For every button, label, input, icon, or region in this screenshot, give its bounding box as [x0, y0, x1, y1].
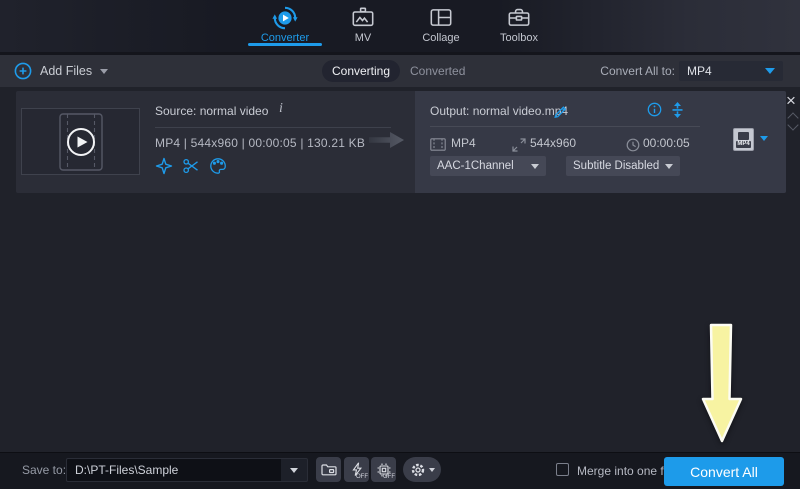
- output-film-icon: [430, 138, 446, 151]
- add-files-button[interactable]: Add Files: [14, 55, 108, 87]
- mv-icon: [351, 5, 376, 35]
- effects-star-icon[interactable]: [155, 157, 173, 175]
- gear-icon: [410, 462, 426, 478]
- file-row: Source: normal video i MP4 | 544x960 | 0…: [16, 91, 786, 193]
- add-files-label: Add Files: [40, 64, 92, 78]
- toolbox-icon: [507, 5, 532, 35]
- collage-icon: [429, 5, 454, 35]
- video-thumbnail[interactable]: [21, 108, 140, 175]
- convert-all-button[interactable]: Convert All: [664, 457, 784, 486]
- output-info-icon[interactable]: [647, 102, 662, 117]
- tab-converted[interactable]: Converted: [410, 60, 465, 82]
- tab-collage[interactable]: Collage: [404, 0, 478, 52]
- play-filmstrip-icon: [59, 113, 103, 171]
- audio-select-caret-icon: [531, 164, 539, 169]
- tab-mv[interactable]: MV: [326, 0, 400, 52]
- bottom-bar: Save to: OFF OFF: [0, 452, 800, 489]
- active-tab-underline: [248, 43, 322, 46]
- audio-track-select[interactable]: AAC-1Channel: [430, 156, 546, 176]
- tab-toolbox[interactable]: Toolbox: [482, 0, 556, 52]
- save-to-label: Save to:: [22, 463, 66, 477]
- edit-tools: [155, 157, 227, 175]
- format-badge-label: MP4: [736, 141, 750, 148]
- save-path-input[interactable]: [66, 458, 282, 482]
- source-meta: MP4 | 544x960 | 00:00:05 | 130.21 KB: [155, 136, 365, 150]
- save-path-caret-icon: [290, 468, 298, 473]
- duration-clock-icon: [626, 138, 640, 152]
- tab-collage-label: Collage: [398, 32, 484, 44]
- settings-tune-icon[interactable]: [671, 102, 684, 118]
- output-format-value: MP4: [451, 136, 476, 150]
- source-label: Source: normal video: [155, 104, 268, 118]
- tab-converting[interactable]: Converting: [322, 60, 400, 82]
- settings-caret-icon: [429, 468, 435, 472]
- output-duration-value: 00:00:05: [643, 136, 690, 150]
- gpu-off-label: OFF: [383, 474, 395, 480]
- subtitle-select[interactable]: Subtitle Disabled: [566, 156, 680, 176]
- palette-icon[interactable]: [209, 157, 227, 175]
- open-folder-button[interactable]: [316, 457, 341, 482]
- annotation-arrow-down: [700, 321, 746, 450]
- merge-label[interactable]: Merge into one file: [577, 464, 676, 478]
- source-to-output-arrow-icon: [369, 130, 405, 155]
- cut-scissors-icon[interactable]: [182, 157, 200, 175]
- convert-all-to-label: Convert All to:: [600, 55, 675, 87]
- folder-icon: [321, 463, 337, 476]
- subtitle-select-caret-icon: [665, 164, 673, 169]
- save-path-dropdown[interactable]: [281, 458, 308, 482]
- rename-pencil-icon[interactable]: [553, 103, 568, 118]
- format-selected-value: MP4: [687, 64, 712, 78]
- hardware-acceleration-button[interactable]: OFF: [344, 457, 369, 482]
- app-window: Converter MV: [0, 0, 800, 489]
- gpu-acceleration-button[interactable]: OFF: [371, 457, 396, 482]
- tab-toolbox-label: Toolbox: [476, 32, 562, 44]
- format-select-caret-icon: [765, 68, 775, 74]
- move-down-chevron-icon[interactable]: [787, 119, 798, 130]
- remove-row-close-icon[interactable]: ×: [786, 92, 796, 110]
- output-panel: Output: normal video.mp4: [415, 91, 786, 193]
- merge-checkbox[interactable]: [556, 463, 569, 476]
- main-tabs: Converter MV: [248, 0, 556, 52]
- output-label: Output: normal video.mp4: [430, 104, 568, 118]
- resolution-resize-icon: [512, 138, 526, 152]
- subtitle-value: Subtitle Disabled: [573, 160, 659, 172]
- add-plus-icon: [14, 62, 32, 80]
- output-divider: [430, 126, 700, 127]
- audio-track-value: AAC-1Channel: [437, 160, 514, 172]
- source-divider: [155, 127, 391, 128]
- convert-all-format-select[interactable]: MP4: [679, 61, 783, 81]
- add-files-caret-icon[interactable]: [100, 69, 108, 74]
- row-format-badge[interactable]: MP4: [733, 128, 754, 151]
- top-tab-bar: Converter MV: [0, 0, 800, 55]
- converter-toolbar: Add Files Converting Converted Convert A…: [0, 55, 800, 87]
- tab-converter[interactable]: Converter: [248, 0, 322, 52]
- file-list-area: Source: normal video i MP4 | 544x960 | 0…: [0, 87, 800, 452]
- source-info-icon[interactable]: i: [279, 101, 283, 117]
- format-badge-screen: [738, 132, 749, 140]
- tab-mv-label: MV: [320, 32, 406, 44]
- output-resolution-value: 544x960: [530, 136, 576, 150]
- settings-button[interactable]: [403, 457, 441, 482]
- hardware-off-label: OFF: [356, 474, 368, 480]
- row-format-caret-icon[interactable]: [760, 136, 768, 141]
